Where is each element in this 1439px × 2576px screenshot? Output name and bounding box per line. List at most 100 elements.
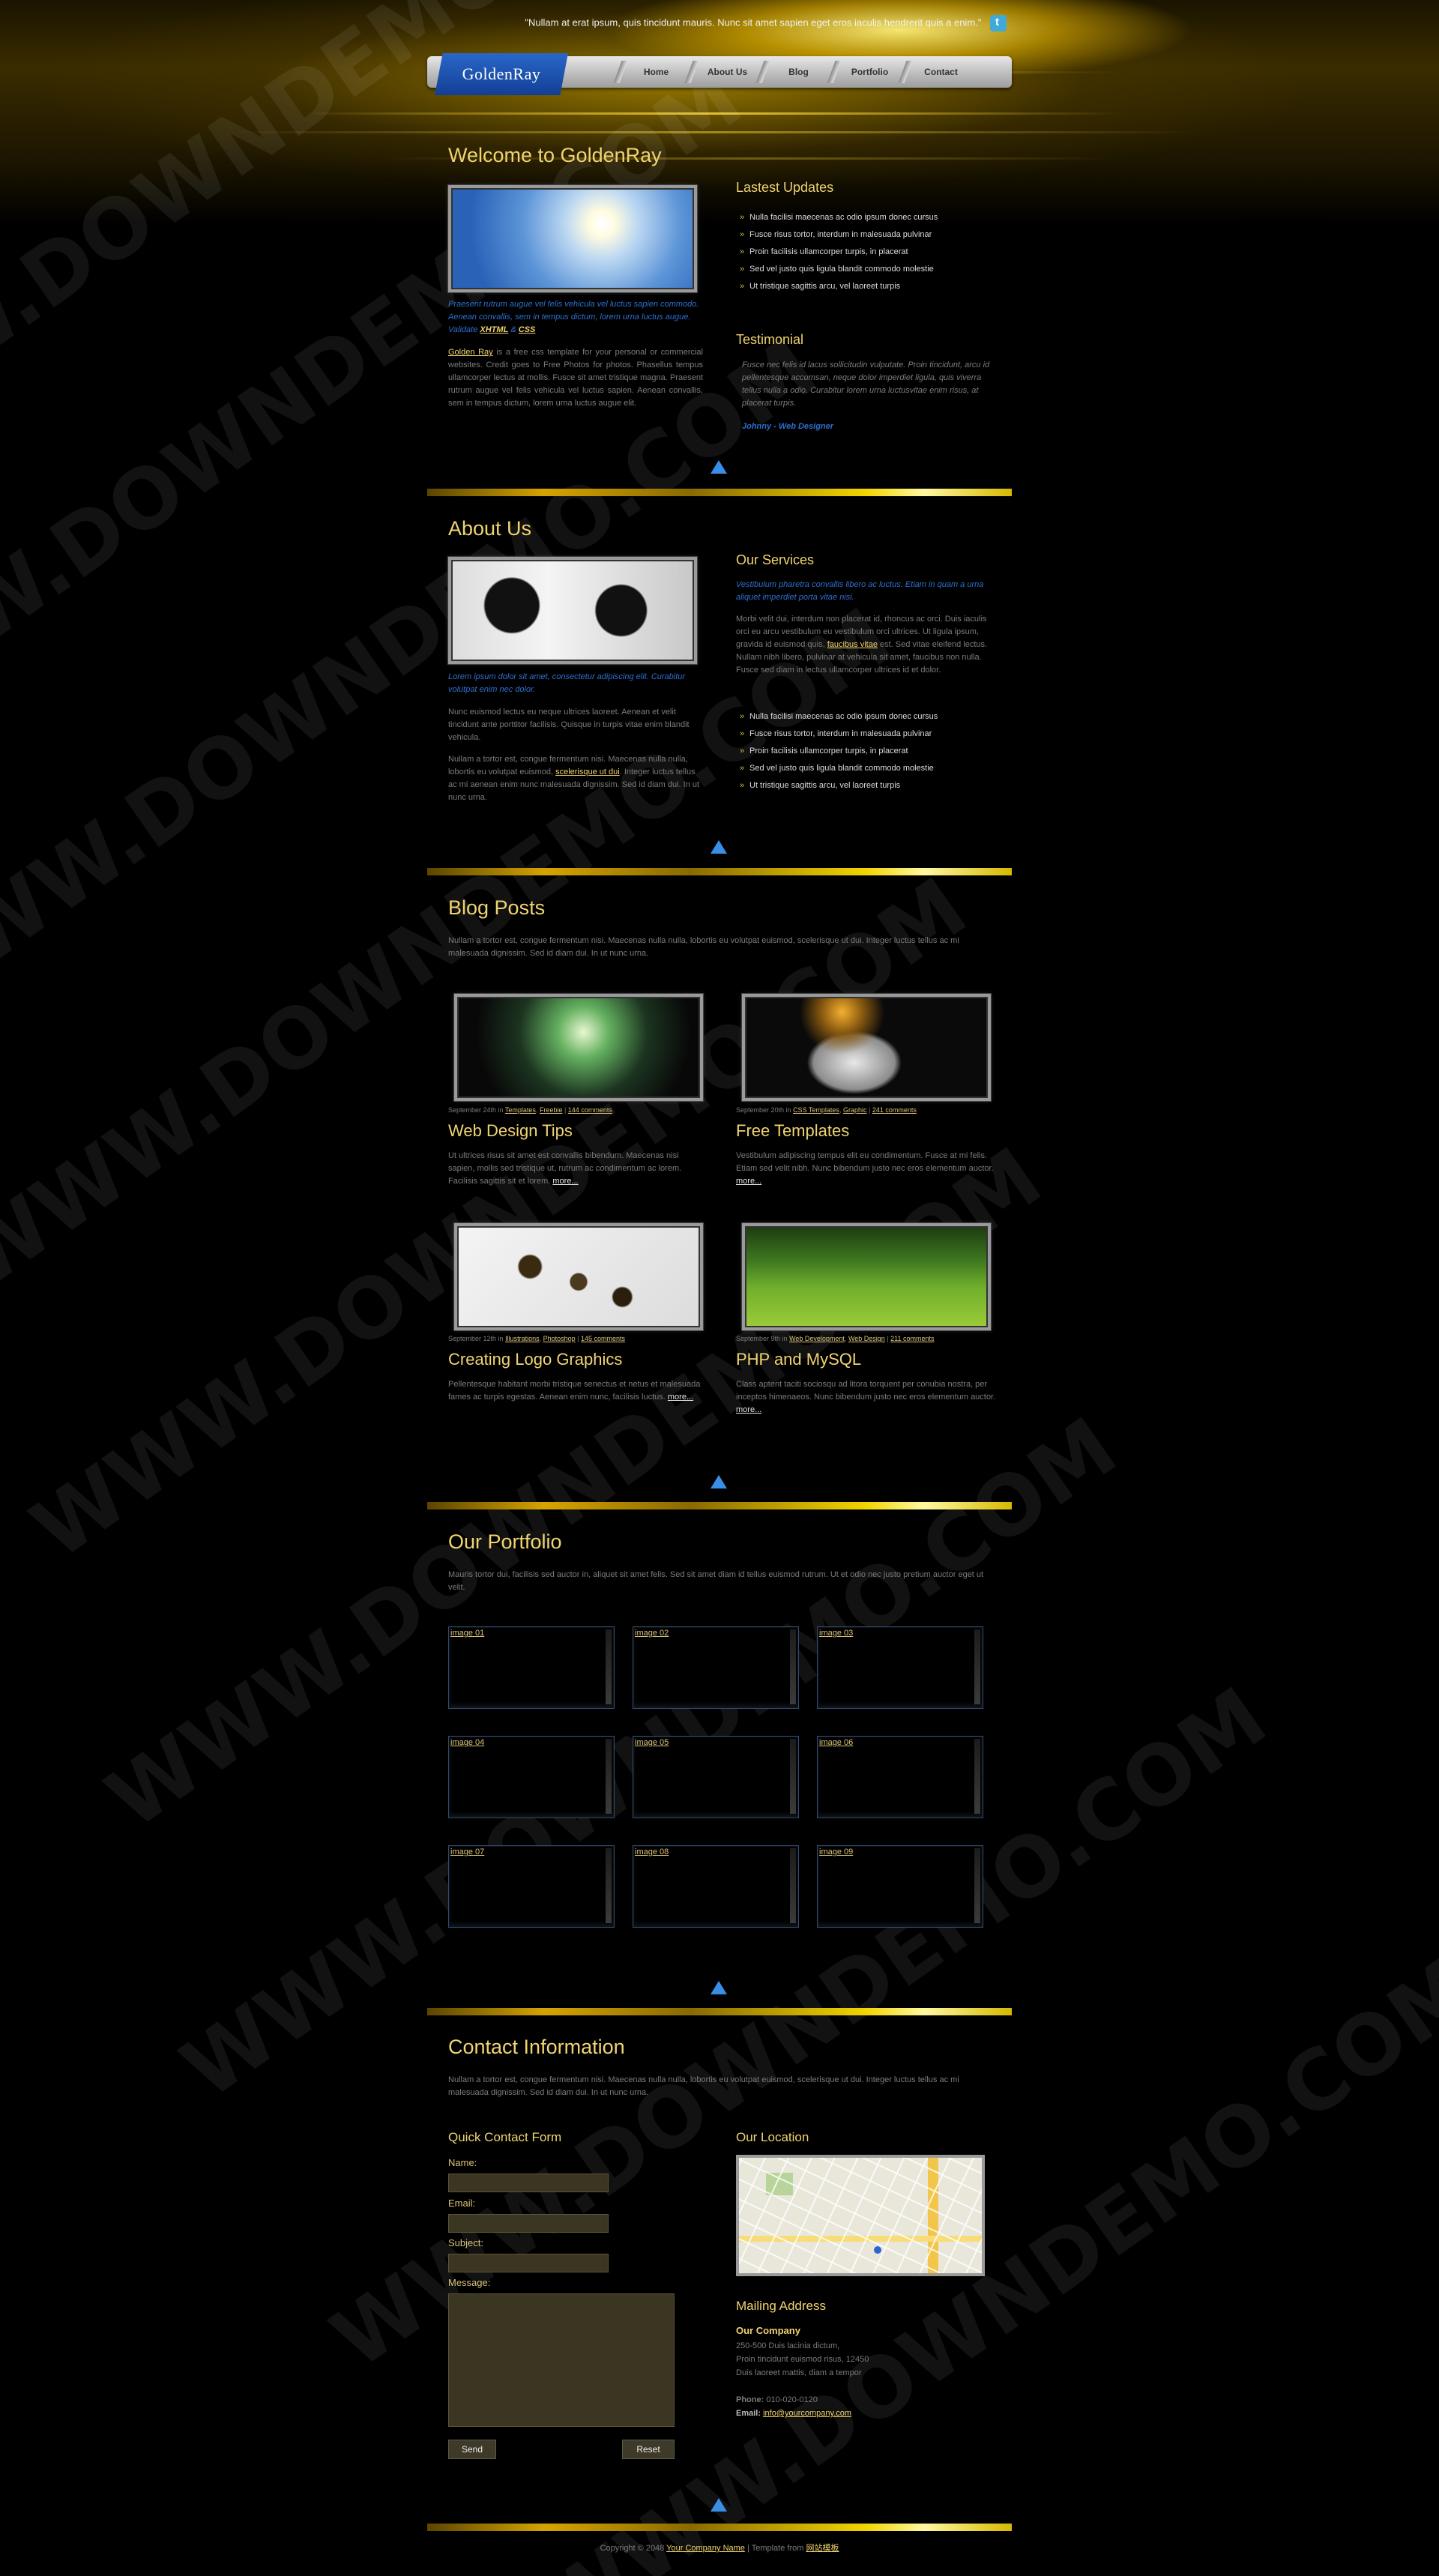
list-item: Ut tristique sagittis arcu, vel laoreet …	[736, 777, 1006, 794]
portfolio-image-link[interactable]: image 02	[635, 1629, 669, 1638]
nav-about-us[interactable]: About Us	[692, 56, 763, 88]
read-more-link[interactable]: more...	[736, 1177, 761, 1186]
read-more-link[interactable]: more...	[668, 1393, 693, 1402]
portfolio-image-link[interactable]: image 06	[819, 1738, 853, 1747]
address-line-1: 250-500 Duis lacinia dictum,	[736, 2341, 840, 2350]
phone-line: Phone: 010-020-0120	[736, 2394, 818, 2407]
portfolio-item[interactable]: image 08	[633, 1845, 799, 1928]
message-textarea[interactable]	[448, 2293, 675, 2427]
category-link[interactable]: Graphic	[843, 1106, 867, 1114]
list-item: Proin facilisis ullamcorper turpis, in p…	[736, 743, 1006, 760]
footer-separator: | Template from	[746, 2544, 804, 2553]
footer-divider	[427, 2524, 1012, 2531]
back-to-top-icon[interactable]	[711, 1981, 727, 1994]
welcome-title: Welcome to GoldenRay	[448, 144, 662, 166]
portfolio-image-link[interactable]: image 01	[450, 1629, 484, 1638]
category-link[interactable]: Illustrations	[505, 1335, 540, 1342]
post-title[interactable]: PHP and MySQL	[736, 1350, 861, 1369]
portfolio-item[interactable]: image 04	[448, 1736, 615, 1818]
email-label2: Email:	[736, 2409, 761, 2418]
twitter-icon[interactable]	[990, 15, 1007, 31]
name-input[interactable]	[448, 2174, 609, 2192]
email-label: Email:	[448, 2198, 476, 2209]
map-marker-icon	[874, 2246, 881, 2254]
blog-intro: Nullam a tortor est, congue fermentum ni…	[448, 936, 959, 958]
mailing-title: Mailing Address	[736, 2299, 827, 2313]
list-item: Proin facilisis ullamcorper turpis, in p…	[736, 244, 1006, 261]
copyright-text: Copyright © 2048	[600, 2544, 665, 2553]
read-more-link[interactable]: more...	[736, 1405, 761, 1414]
portfolio-item[interactable]: image 05	[633, 1736, 799, 1818]
portfolio-image-link[interactable]: image 09	[819, 1847, 853, 1856]
nav-blog[interactable]: Blog	[763, 56, 834, 88]
site-logo[interactable]: GoldenRay	[435, 53, 568, 95]
contact-title: Contact Information	[448, 2036, 625, 2058]
post-excerpt: Ut ultrices risus sit amet est convallis…	[448, 1151, 682, 1186]
nav-portfolio[interactable]: Portfolio	[834, 56, 905, 88]
comments-link[interactable]: 144 comments	[568, 1106, 612, 1114]
portfolio-image-link[interactable]: image 03	[819, 1629, 853, 1638]
validate-xhtml-link[interactable]: XHTML	[480, 325, 508, 334]
post-title[interactable]: Creating Logo Graphics	[448, 1350, 622, 1369]
back-to-top-icon[interactable]	[711, 460, 727, 474]
about-paragraph-2: Nullam a tortor est, congue fermentum ni…	[448, 755, 700, 802]
testimonial-author: Johnny - Web Designer	[742, 422, 834, 431]
subject-input[interactable]	[448, 2254, 609, 2272]
portfolio-image-link[interactable]: image 04	[450, 1738, 484, 1747]
post-title[interactable]: Free Templates	[736, 1121, 849, 1141]
nav-contact[interactable]: Contact	[905, 56, 977, 88]
golden-ray-link[interactable]: Golden Ray	[448, 348, 493, 357]
scelerisque-link[interactable]: scelerisque ut dui	[555, 767, 620, 776]
header-quote-text: "Nullam at erat ipsum, quis tincidunt ma…	[525, 16, 982, 28]
validate-css-link[interactable]: CSS	[519, 325, 536, 334]
services-caption: Vestibulum pharetra convallis libero ac …	[736, 580, 984, 602]
list-item: Sed vel justo quis ligula blandit commod…	[736, 261, 1006, 278]
phone-value: 010-020-0120	[766, 2395, 818, 2404]
latest-updates-title: Lastest Updates	[736, 180, 834, 195]
back-to-top-icon[interactable]	[711, 2498, 727, 2512]
portfolio-image-link[interactable]: image 08	[635, 1847, 669, 1856]
email-link[interactable]: info@yourcompany.com	[763, 2409, 851, 2418]
message-label: Message:	[448, 2277, 491, 2288]
category-link[interactable]: Web Design	[848, 1335, 885, 1342]
back-to-top-icon[interactable]	[711, 840, 727, 854]
comments-link[interactable]: 211 comments	[890, 1335, 934, 1342]
category-link[interactable]: Photoshop	[543, 1335, 576, 1342]
email-input[interactable]	[448, 2214, 609, 2233]
portfolio-intro: Mauris tortor dui, facilisis sed auctor …	[448, 1570, 984, 1592]
phone-label: Phone:	[736, 2395, 764, 2404]
portfolio-item[interactable]: image 06	[817, 1736, 983, 1818]
company-link[interactable]: Your Company Name	[666, 2544, 745, 2553]
portfolio-image-link[interactable]: image 05	[635, 1738, 669, 1747]
name-label: Name:	[448, 2157, 477, 2168]
location-map[interactable]	[736, 2155, 985, 2276]
portfolio-image-link[interactable]: image 07	[450, 1847, 484, 1856]
address-line-3: Duis laoreet mattis, diam a tempor	[736, 2368, 862, 2377]
nav-home[interactable]: Home	[621, 56, 692, 88]
template-link[interactable]: 网站模板	[806, 2544, 839, 2553]
portfolio-item[interactable]: image 03	[817, 1626, 983, 1709]
category-link[interactable]: Templates	[505, 1106, 536, 1114]
portfolio-item[interactable]: image 07	[448, 1845, 615, 1928]
comments-link[interactable]: 241 comments	[872, 1106, 917, 1114]
reset-button[interactable]: Reset	[622, 2440, 675, 2459]
blog-title: Blog Posts	[448, 896, 546, 919]
portfolio-item[interactable]: image 09	[817, 1845, 983, 1928]
list-item: Fusce risus tortor, interdum in malesuad…	[736, 726, 1006, 743]
keys-photo	[447, 556, 698, 665]
post-title[interactable]: Web Design Tips	[448, 1121, 573, 1141]
welcome-body: Golden Ray is a free css template for yo…	[448, 348, 703, 408]
section-divider	[427, 868, 1012, 875]
portfolio-item[interactable]: image 01	[448, 1626, 615, 1709]
category-link[interactable]: CSS Templates	[793, 1106, 839, 1114]
back-to-top-icon[interactable]	[711, 1475, 727, 1488]
category-link[interactable]: Freebie	[540, 1106, 563, 1114]
send-button[interactable]: Send	[448, 2440, 496, 2459]
category-link[interactable]: Web Development	[789, 1335, 845, 1342]
faucibus-link[interactable]: faucibus vitae	[827, 640, 878, 649]
comments-link[interactable]: 145 comments	[581, 1335, 625, 1342]
portfolio-item[interactable]: image 02	[633, 1626, 799, 1709]
read-more-link[interactable]: more...	[552, 1177, 578, 1186]
testimonial-text: Fusce nec felis id lacus sollicitudin vu…	[742, 361, 990, 408]
latest-updates-list: Nulla facilisi maecenas ac odio ipsum do…	[736, 209, 1006, 295]
